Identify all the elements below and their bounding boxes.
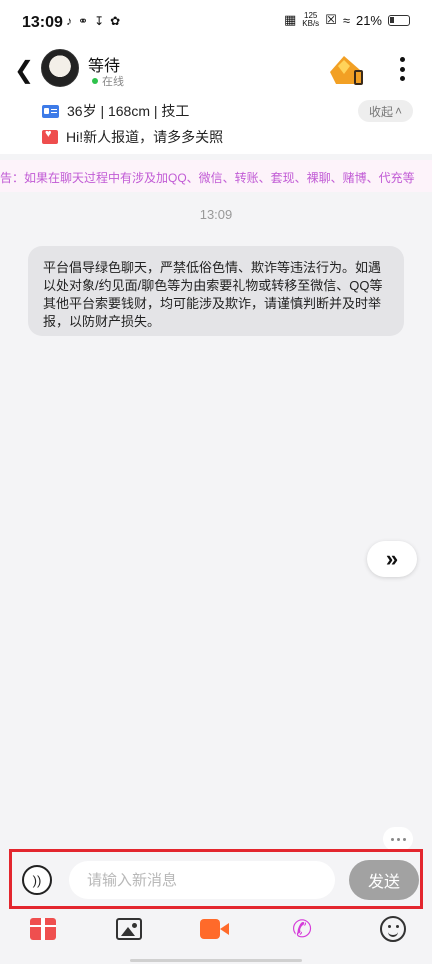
dot-icon <box>390 837 394 841</box>
status-app-icons: ♪ ⚭ ↧ ✿ <box>66 14 120 28</box>
chevron-up-icon: ˄ <box>395 104 403 118</box>
image-button[interactable] <box>114 914 144 944</box>
online-status-label: 在线 <box>102 76 124 88</box>
voice-call-button[interactable]: ✆ <box>287 914 317 944</box>
voice-input-button[interactable]: )) <box>22 865 52 895</box>
home-indicator <box>130 959 302 962</box>
emoji-icon <box>380 916 406 942</box>
video-call-icon <box>200 918 230 940</box>
gift-button[interactable] <box>28 914 58 944</box>
guard-badge-icon[interactable] <box>328 52 364 86</box>
battery-icon <box>388 14 410 26</box>
dot-icon <box>402 837 406 841</box>
online-status: 在线 <box>92 73 124 89</box>
jump-to-latest-button[interactable]: » <box>367 541 417 577</box>
status-bar: 13:09 ♪ ⚭ ↧ ✿ ▦ 125 KB/s ☒ ≈ 21% <box>0 0 432 44</box>
more-options-button[interactable] <box>392 54 412 84</box>
voice-call-icon: ✆ <box>291 915 313 943</box>
sim-icon: ☒ <box>325 12 337 27</box>
net-speed-unit: KB/s <box>302 19 320 28</box>
status-right: ▦ 125 KB/s ☒ ≈ 21% <box>284 12 410 28</box>
heart-icon <box>42 128 58 144</box>
send-button[interactable]: 发送 <box>349 860 419 900</box>
dot-icon <box>399 76 405 81</box>
image-icon <box>116 918 142 940</box>
download-icon: ↧ <box>94 14 105 28</box>
wifi-icon: ≈ <box>342 12 350 28</box>
paw-icon: ✿ <box>110 14 121 28</box>
chat-toolbar: ✆ <box>0 912 432 948</box>
dot-icon <box>396 837 400 841</box>
collapse-button[interactable]: 收起 ˄ <box>358 100 413 122</box>
video-call-button[interactable] <box>200 914 230 944</box>
dot-icon <box>399 57 405 62</box>
message-time: 13:09 <box>199 207 233 222</box>
more-actions-button[interactable] <box>383 827 413 851</box>
gift-icon <box>30 918 56 940</box>
system-message-bubble: 平台倡导绿色聊天，严禁低俗色情、欺诈等违法行为。如遇以处对象/约见面/聊色等为由… <box>28 246 404 336</box>
greeting-row: Hi!新人报道，请多多关照 <box>42 127 223 147</box>
chat-header: ❮ 等待 在线 36岁 | 168cm | 技工 Hi!新人报道，请多多关照 收… <box>0 44 432 154</box>
emoji-button[interactable] <box>378 914 408 944</box>
vibrate-icon: ▦ <box>283 12 297 27</box>
profile-info-row: 36岁 | 168cm | 技工 <box>42 101 189 121</box>
collapse-label: 收起 <box>368 104 393 119</box>
message-composer: )) 发送 <box>9 849 423 909</box>
net-speed: 125 KB/s <box>302 12 319 28</box>
message-input[interactable] <box>69 861 335 899</box>
notice-bar: 告：如果在聊天过程中有涉及加QQ、微信、转账、套现、裸聊、赌博、代充等 <box>0 160 432 192</box>
status-time: 13:09 <box>22 14 63 31</box>
voice-wave-icon: )) <box>32 872 42 888</box>
id-card-icon <box>42 104 59 118</box>
greeting-text: Hi!新人报道，请多多关照 <box>66 129 224 145</box>
battery-percent: 21% <box>355 12 382 28</box>
tiktok-icon: ♪ <box>66 14 72 28</box>
online-dot-icon <box>92 78 98 84</box>
back-button[interactable]: ❮ <box>14 58 42 86</box>
app-icon: ⚭ <box>78 14 89 28</box>
profile-info-text: 36岁 | 168cm | 技工 <box>67 103 190 119</box>
notice-text: 告：如果在聊天过程中有涉及加QQ、微信、转账、套现、裸聊、赌博、代充等 <box>0 171 415 185</box>
dot-icon <box>399 66 405 72</box>
avatar[interactable] <box>41 49 79 87</box>
